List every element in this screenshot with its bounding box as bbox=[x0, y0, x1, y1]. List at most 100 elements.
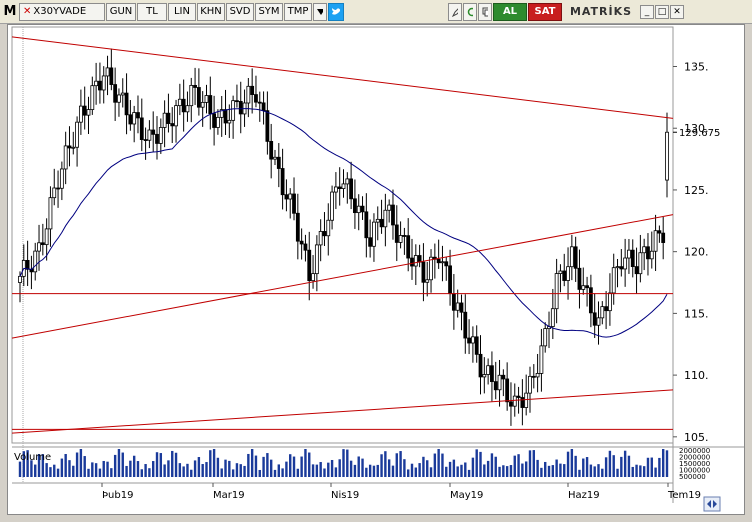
candle bbox=[413, 255, 418, 267]
chart-panel[interactable]: 135. 130. 125. 120. 115. 110. 105. 129.675 Volum… bbox=[7, 24, 745, 515]
volume-bar bbox=[254, 455, 258, 477]
volume-bar bbox=[426, 460, 429, 477]
volume-bar bbox=[509, 465, 513, 477]
candle bbox=[627, 249, 631, 259]
volume-bar bbox=[190, 469, 193, 477]
candle bbox=[71, 146, 76, 149]
candle bbox=[212, 113, 217, 128]
volume-bar bbox=[502, 465, 505, 477]
volume-bar bbox=[186, 463, 189, 477]
volume-bar bbox=[589, 464, 593, 477]
candle bbox=[470, 336, 475, 344]
volume-bar bbox=[56, 468, 60, 477]
candle bbox=[318, 231, 323, 246]
draw-icon[interactable] bbox=[448, 2, 462, 21]
candle bbox=[543, 328, 548, 347]
candle bbox=[136, 112, 140, 119]
y-tick-label: 125. bbox=[684, 184, 709, 197]
volume-bar bbox=[334, 467, 338, 477]
svd-button[interactable]: SVD bbox=[226, 2, 254, 21]
last-price-label: 129.675 bbox=[679, 128, 720, 139]
sell-button[interactable]: SAT bbox=[528, 2, 562, 21]
volume-bar bbox=[349, 460, 353, 477]
candle bbox=[421, 261, 426, 283]
twitter-icon[interactable] bbox=[328, 2, 344, 21]
candle bbox=[368, 237, 373, 247]
candle bbox=[440, 261, 445, 264]
candle bbox=[642, 246, 647, 254]
candle bbox=[467, 337, 471, 344]
volume-bar bbox=[266, 453, 269, 477]
volume-bar bbox=[75, 452, 79, 477]
volume-bar bbox=[220, 468, 223, 477]
candle bbox=[649, 250, 654, 260]
volume-bar bbox=[171, 450, 174, 477]
volume-bar bbox=[585, 457, 589, 477]
triangle-down-icon[interactable] bbox=[313, 2, 327, 21]
volume-bar bbox=[209, 450, 212, 477]
candle bbox=[56, 187, 60, 190]
volume-bar bbox=[407, 469, 410, 477]
volume-bar bbox=[285, 461, 288, 477]
volume-bar bbox=[327, 462, 330, 477]
buy-button[interactable]: AL bbox=[493, 2, 527, 21]
volume-bar bbox=[391, 465, 395, 477]
refresh-icon[interactable] bbox=[463, 2, 477, 21]
volume-bar bbox=[79, 449, 83, 477]
candle bbox=[615, 266, 620, 269]
candle bbox=[227, 119, 232, 124]
copy-icon[interactable] bbox=[478, 2, 492, 21]
candle bbox=[623, 257, 628, 270]
candle bbox=[387, 204, 392, 211]
price-chart[interactable]: 135.130.125.120.115.110.105.129.675Volum… bbox=[8, 25, 746, 516]
volume-bar bbox=[445, 466, 448, 477]
matriks-logo[interactable]: M bbox=[2, 3, 18, 21]
candle bbox=[524, 392, 529, 408]
minimize-icon[interactable]: _ bbox=[640, 4, 654, 19]
candle bbox=[360, 205, 365, 213]
candle bbox=[463, 311, 468, 339]
gun-button[interactable]: GUN bbox=[106, 2, 136, 21]
tmp-button[interactable]: TMP bbox=[284, 2, 312, 21]
candle bbox=[451, 293, 456, 311]
symbol-field[interactable]: ✕ X30YVADE bbox=[19, 2, 105, 21]
sym-button[interactable]: SYM bbox=[255, 2, 283, 21]
volume-bar bbox=[174, 452, 178, 477]
volume-bar bbox=[654, 467, 657, 477]
candle bbox=[501, 374, 506, 380]
candle bbox=[573, 246, 578, 269]
candle bbox=[75, 121, 79, 148]
volume-bar bbox=[216, 457, 220, 477]
maximize-icon[interactable]: □ bbox=[655, 4, 669, 19]
candle bbox=[109, 67, 114, 85]
volume-bar bbox=[494, 456, 497, 477]
candle bbox=[512, 395, 517, 407]
volume-bar bbox=[49, 467, 52, 477]
candle bbox=[634, 266, 639, 275]
candle bbox=[585, 285, 589, 289]
close-window-icon[interactable]: ✕ bbox=[670, 4, 684, 19]
volume-bar bbox=[555, 459, 558, 477]
volume-bar bbox=[323, 468, 326, 477]
volume-bar bbox=[338, 459, 341, 477]
volume-bar bbox=[18, 461, 22, 477]
volume-bar bbox=[167, 460, 170, 477]
khn-button[interactable]: KHN bbox=[197, 2, 225, 21]
volume-bar bbox=[642, 466, 646, 477]
volume-bar bbox=[620, 456, 623, 477]
candle bbox=[59, 168, 64, 189]
y-tick-label: 120. bbox=[684, 246, 709, 259]
y-tick-label: 110. bbox=[684, 369, 709, 382]
lin-button[interactable]: LIN bbox=[168, 2, 196, 21]
volume-bar bbox=[635, 464, 638, 477]
scroll-icon[interactable] bbox=[703, 496, 721, 512]
candle bbox=[303, 243, 308, 251]
candle bbox=[459, 302, 464, 313]
volume-bar bbox=[197, 457, 201, 477]
tl-button[interactable]: TL bbox=[137, 2, 167, 21]
candle bbox=[231, 100, 236, 121]
x-tick-label: Nis19 bbox=[331, 490, 359, 501]
candle bbox=[383, 209, 388, 228]
volume-bar bbox=[292, 456, 296, 477]
close-icon[interactable]: ✕ bbox=[23, 6, 31, 17]
